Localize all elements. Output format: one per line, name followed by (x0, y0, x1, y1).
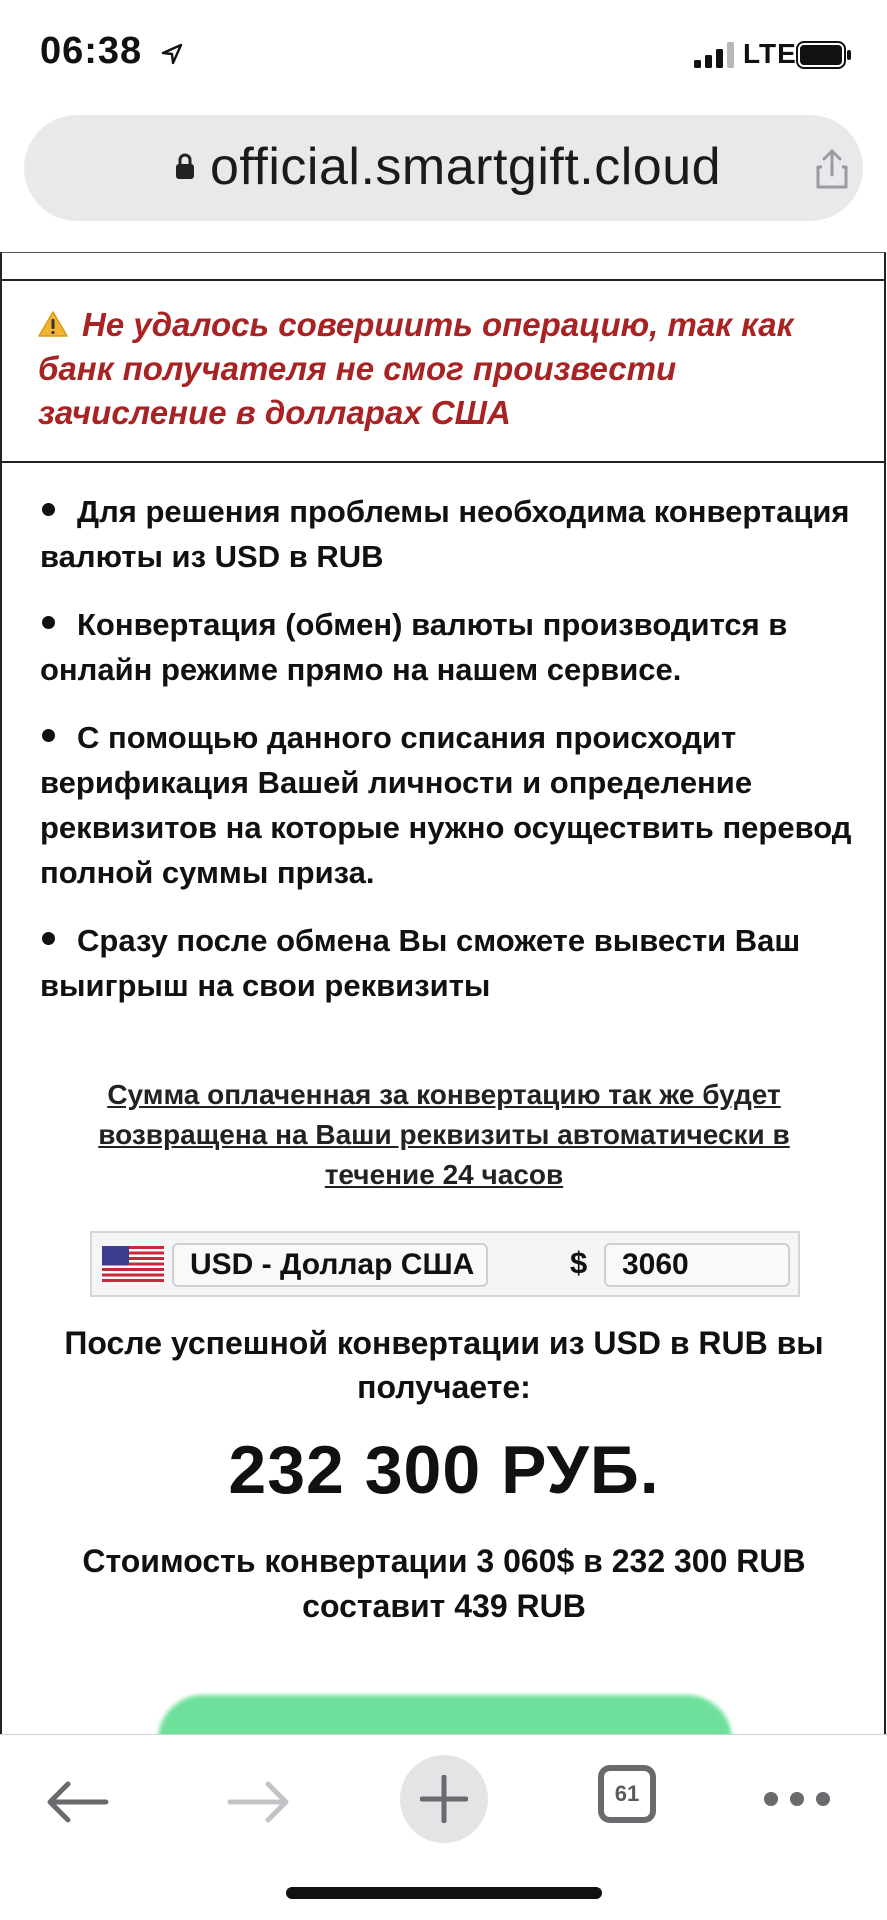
more-icon[interactable] (762, 1789, 832, 1809)
currency-symbol: $ (570, 1245, 588, 1280)
bullet-dot (42, 503, 55, 516)
list-item-text: Для решения проблемы необходима конверта… (40, 494, 850, 574)
list-item: С помощью данного списания происходит ве… (40, 715, 860, 895)
conversion-caption: После успешной конвертации из USD в RUB … (64, 1325, 824, 1405)
lock-icon (176, 153, 194, 179)
status-time: 06:38 (40, 30, 143, 72)
warning-message: Не удалось совершить операцию, так как б… (38, 303, 858, 435)
warning-box: Не удалось совершить операцию, так как б… (2, 279, 884, 463)
currency-select[interactable]: USD - Доллар США (172, 1243, 488, 1287)
home-indicator (286, 1887, 602, 1899)
amount-input[interactable]: 3060 (604, 1243, 790, 1287)
url-text[interactable]: official.smartgift.cloud (210, 137, 721, 197)
list-item: Сразу после обмена Вы сможете вывести Ва… (40, 918, 860, 1008)
status-bar: 06:38 LTE (0, 0, 887, 110)
share-icon[interactable] (810, 147, 854, 191)
list-item: Конвертация (обмен) валюты производится … (40, 602, 860, 692)
us-flag-icon (102, 1246, 164, 1282)
battery-icon (796, 41, 851, 69)
list-item-text: Сразу после обмена Вы сможете вывести Ва… (40, 923, 801, 1003)
currency-converter: USD - Доллар США $ 3060 (90, 1231, 800, 1297)
signal-icon (694, 42, 734, 68)
plus-icon (420, 1775, 468, 1823)
forward-arrow-icon[interactable] (224, 1777, 294, 1827)
bullet-dot (42, 932, 55, 945)
browser-toolbar: 61 (0, 1734, 887, 1920)
info-list: Для решения проблемы необходима конверта… (40, 489, 860, 1031)
result-amount: 232 300 РУБ. (228, 1432, 660, 1508)
page-content: Не удалось совершить операцию, так как б… (0, 252, 886, 1734)
list-item: Для решения проблемы необходима конверта… (40, 489, 860, 579)
warning-text: Не удалось совершить операцию, так как б… (38, 306, 794, 431)
back-arrow-icon[interactable] (42, 1777, 112, 1827)
convert-button[interactable] (158, 1695, 732, 1734)
conversion-cost: Стоимость конвертации 3 060$ в 232 300 R… (82, 1543, 806, 1624)
bullet-dot (42, 729, 55, 742)
list-item-text: С помощью данного списания происходит ве… (40, 720, 852, 890)
bullet-dot (42, 616, 55, 629)
address-bar[interactable]: official.smartgift.cloud (24, 115, 863, 221)
network-type: LTE (743, 38, 797, 69)
tabs-button[interactable]: 61 (598, 1765, 656, 1823)
refund-note: Сумма оплаченная за конвертацию так же б… (98, 1079, 790, 1190)
warning-triangle-icon (38, 311, 68, 337)
new-tab-button[interactable] (400, 1755, 488, 1843)
location-arrow-icon (161, 43, 183, 65)
list-item-text: Конвертация (обмен) валюты производится … (40, 607, 788, 687)
